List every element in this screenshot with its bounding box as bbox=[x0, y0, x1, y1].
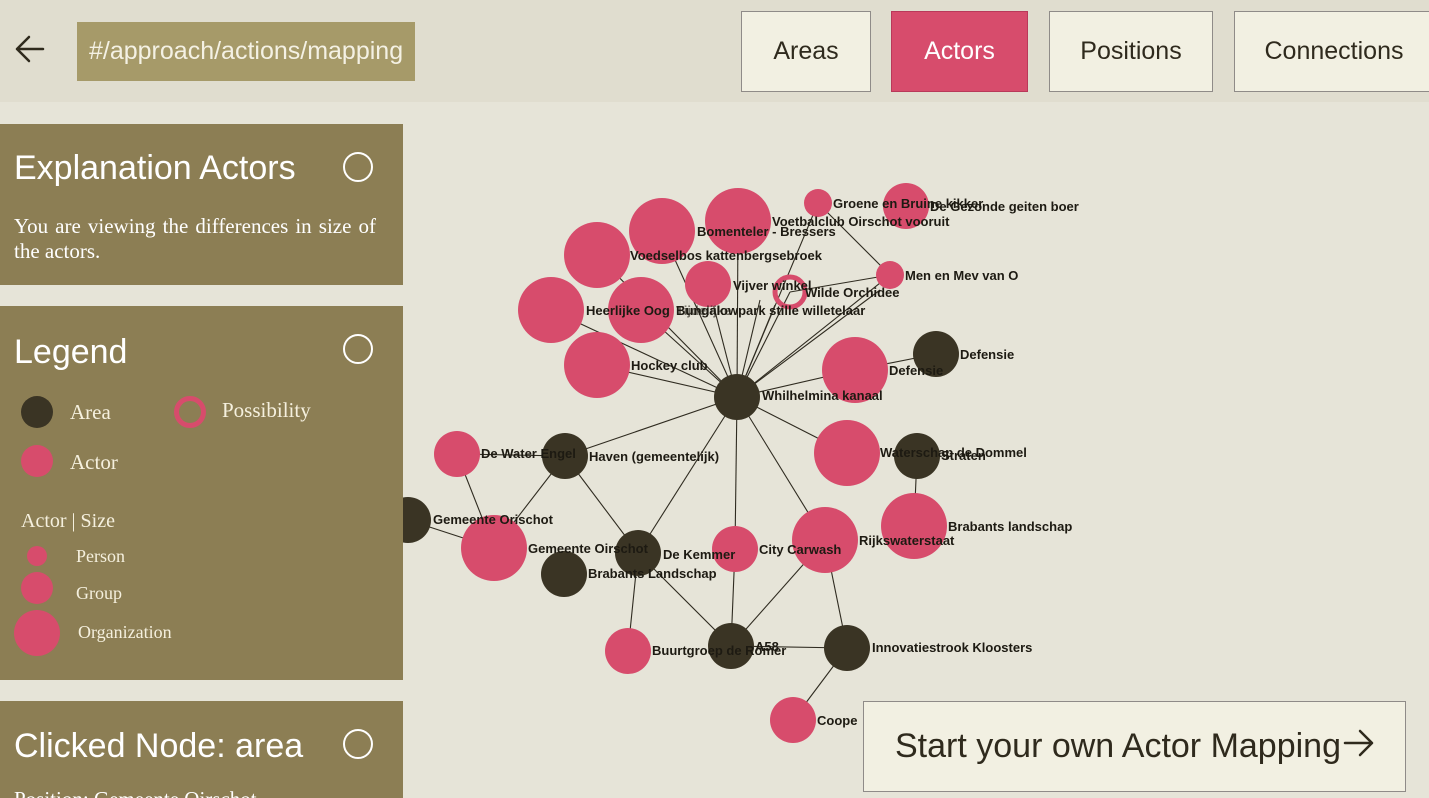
explanation-panel: Explanation Actors You are viewing the d… bbox=[0, 124, 403, 285]
area-node bbox=[403, 497, 431, 543]
legend-size-person: Person bbox=[76, 546, 125, 566]
node-label: Tijdelijke bbox=[676, 303, 731, 318]
group-size-dot bbox=[21, 572, 53, 604]
actor-legend-dot bbox=[21, 445, 53, 477]
tab-areas[interactable]: Areas bbox=[741, 11, 871, 92]
actor-node bbox=[564, 332, 630, 398]
node-label: Gemeente Oirschot bbox=[528, 541, 649, 556]
legend-size-organization: Organization bbox=[78, 622, 172, 642]
node-label: Whilhelmina kanaal bbox=[762, 388, 883, 403]
node-label: Bomenteler - Bressers bbox=[697, 224, 836, 239]
edge bbox=[637, 396, 738, 554]
start-actor-mapping-button[interactable]: Start your own Actor Mapping bbox=[863, 701, 1406, 792]
actor-network-graph[interactable]: Groene en Bruine kikker De Gezonde geite… bbox=[403, 102, 1429, 798]
area-node bbox=[824, 625, 870, 671]
legend-panel: Legend Area Possibility Actor Actor | Si… bbox=[0, 306, 403, 680]
actor-node bbox=[804, 189, 832, 217]
back-arrow-icon[interactable] bbox=[14, 34, 46, 64]
explanation-text: You are viewing the differences in size … bbox=[14, 214, 376, 263]
clicked-node-title: Clicked Node: area bbox=[14, 727, 304, 765]
node-label: De Water Engel bbox=[481, 446, 576, 461]
organization-size-dot bbox=[14, 610, 60, 656]
circle-toggle-icon[interactable] bbox=[343, 729, 373, 759]
top-bar: #/approach/actions/mapping Areas Actors … bbox=[0, 0, 1429, 102]
legend-size-group: Group bbox=[76, 583, 122, 603]
actor-node bbox=[605, 628, 651, 674]
node-label: City Carwash bbox=[759, 542, 841, 557]
tab-positions[interactable]: Positions bbox=[1049, 11, 1213, 92]
actor-node bbox=[685, 261, 731, 307]
actor-node bbox=[881, 493, 947, 559]
node-label: De Kemmer bbox=[663, 547, 735, 562]
node-label: Rijkswaterstaat bbox=[859, 533, 955, 548]
clicked-node-text: Position: Gemeente Oirschot bbox=[14, 787, 376, 798]
network-svg[interactable]: Groene en Bruine kikker De Gezonde geite… bbox=[403, 102, 1429, 798]
node-label: Men en Mev van O bbox=[905, 268, 1018, 283]
node-label: Brabants landschap bbox=[948, 519, 1072, 534]
node-label: Voedselbos kattenbergsebroek bbox=[630, 248, 823, 263]
node-label: Innovatiestrook Kloosters bbox=[872, 640, 1032, 655]
url-breadcrumb: #/approach/actions/mapping bbox=[77, 22, 416, 81]
node-label: Coope bbox=[817, 713, 857, 728]
actor-node bbox=[770, 697, 816, 743]
person-size-dot bbox=[27, 546, 47, 566]
node-label: Wilde Orchidee bbox=[805, 285, 900, 300]
actor-node bbox=[705, 188, 771, 254]
edge bbox=[564, 396, 738, 457]
node-label: Hockey club bbox=[631, 358, 708, 373]
node-label: Haven (gemeentelijk) bbox=[589, 449, 719, 464]
node-label: Defensie bbox=[960, 347, 1014, 362]
tab-connections[interactable]: Connections bbox=[1234, 11, 1429, 92]
node-label: De Gezonde geiten boer bbox=[930, 199, 1079, 214]
node-label: Gemeente Orischot bbox=[433, 512, 554, 527]
actor-node bbox=[518, 277, 584, 343]
cta-label: Start your own Actor Mapping bbox=[895, 727, 1342, 765]
legend-possibility-label: Possibility bbox=[222, 398, 311, 422]
node-label: A58 bbox=[755, 639, 779, 654]
legend-size-title: Actor | Size bbox=[21, 510, 115, 532]
legend-title: Legend bbox=[14, 333, 128, 371]
legend-actor-label: Actor bbox=[70, 450, 118, 474]
actor-node bbox=[564, 222, 630, 288]
area-node bbox=[541, 551, 587, 597]
node-label: Straten bbox=[941, 448, 986, 463]
node-label: Defensie bbox=[889, 363, 943, 378]
node-labels: Groene en Bruine kikker De Gezonde geite… bbox=[433, 196, 1079, 728]
area-node bbox=[714, 374, 760, 420]
node-label: Brabants Landschap bbox=[588, 566, 717, 581]
explanation-title: Explanation Actors bbox=[14, 149, 296, 187]
node-label: Vijver winkel bbox=[733, 278, 812, 293]
area-legend-dot bbox=[21, 396, 53, 428]
tab-actors[interactable]: Actors bbox=[891, 11, 1028, 92]
legend-area-label: Area bbox=[70, 400, 111, 424]
actor-node bbox=[814, 420, 880, 486]
node-label: Heerlijke Oog bbox=[586, 303, 670, 318]
circle-toggle-icon[interactable] bbox=[343, 152, 373, 182]
actor-node bbox=[792, 507, 858, 573]
possibility-legend-ring bbox=[174, 396, 206, 428]
actor-node bbox=[434, 431, 480, 477]
clicked-node-panel: Clicked Node: area Position: Gemeente Oi… bbox=[0, 701, 403, 798]
circle-toggle-icon[interactable] bbox=[343, 334, 373, 364]
arrow-right-icon bbox=[1343, 727, 1375, 766]
